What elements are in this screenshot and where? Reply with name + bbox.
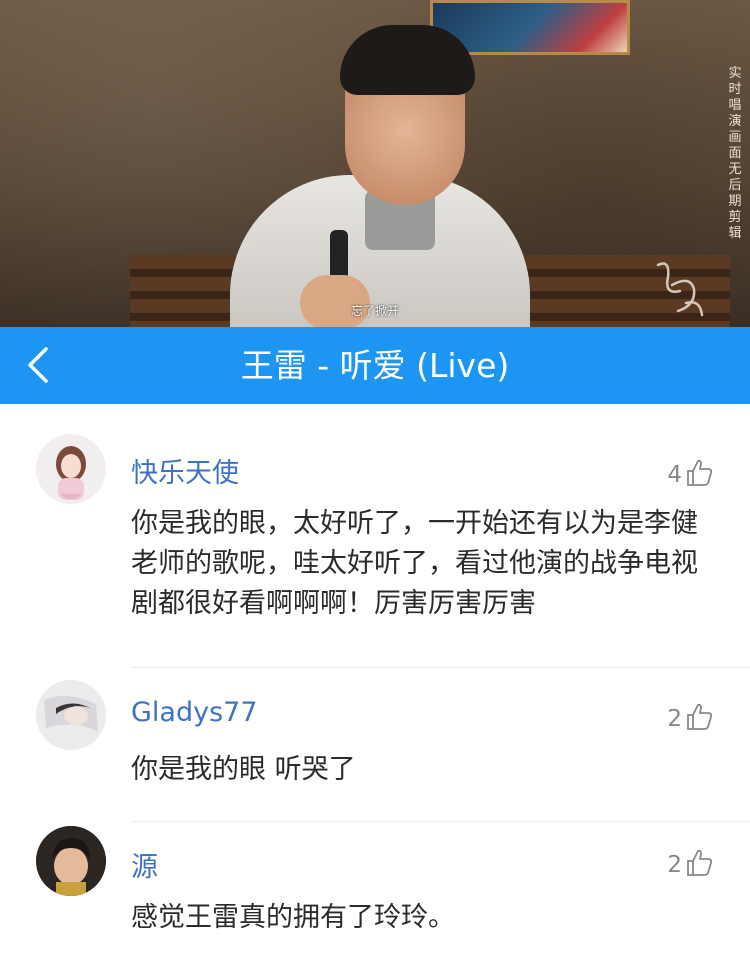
page-title: 王雷 - 听爱 (Live)	[240, 346, 510, 385]
comment-text: 感觉王雷真的拥有了玲玲。	[131, 902, 455, 933]
like-button[interactable]: 4	[667, 452, 714, 488]
thumbs-up-icon	[687, 703, 713, 730]
comment-username[interactable]: 快乐天使	[131, 451, 239, 490]
video-player[interactable]: 忘了掀开 实时唱演画面 无后期剪辑	[0, 0, 750, 327]
performer-hand	[300, 275, 370, 327]
thumbs-up-icon	[687, 459, 713, 486]
like-button[interactable]: 2	[667, 696, 714, 732]
video-vertical-caption: 实时唱演画面 无后期剪辑	[728, 66, 742, 241]
nav-bar: 王雷 - 听爱 (Live)	[0, 327, 750, 404]
avatar[interactable]	[36, 680, 106, 750]
like-count: 2	[667, 852, 682, 878]
show-logo-watermark	[650, 255, 710, 325]
video-subtitle: 忘了掀开	[350, 304, 399, 318]
comment-text: 你是我的眼，太好听了，一开始还有以为是李健老师的歌呢，哇太好听了，看过他演的战争…	[131, 508, 698, 619]
avatar[interactable]	[36, 434, 106, 504]
divider	[131, 821, 750, 822]
chevron-left-icon	[28, 347, 48, 383]
comment-username[interactable]: 源	[131, 845, 158, 884]
thumbs-up-icon	[687, 849, 713, 876]
comment-username[interactable]: Gladys77	[131, 697, 258, 728]
back-button[interactable]	[18, 343, 62, 387]
like-button[interactable]: 2	[667, 842, 714, 878]
like-count: 2	[667, 706, 682, 732]
performer-hair	[340, 25, 475, 95]
comment-text: 你是我的眼 听哭了	[131, 754, 356, 785]
avatar[interactable]	[36, 826, 106, 896]
divider	[131, 667, 750, 668]
like-count: 4	[667, 462, 682, 488]
